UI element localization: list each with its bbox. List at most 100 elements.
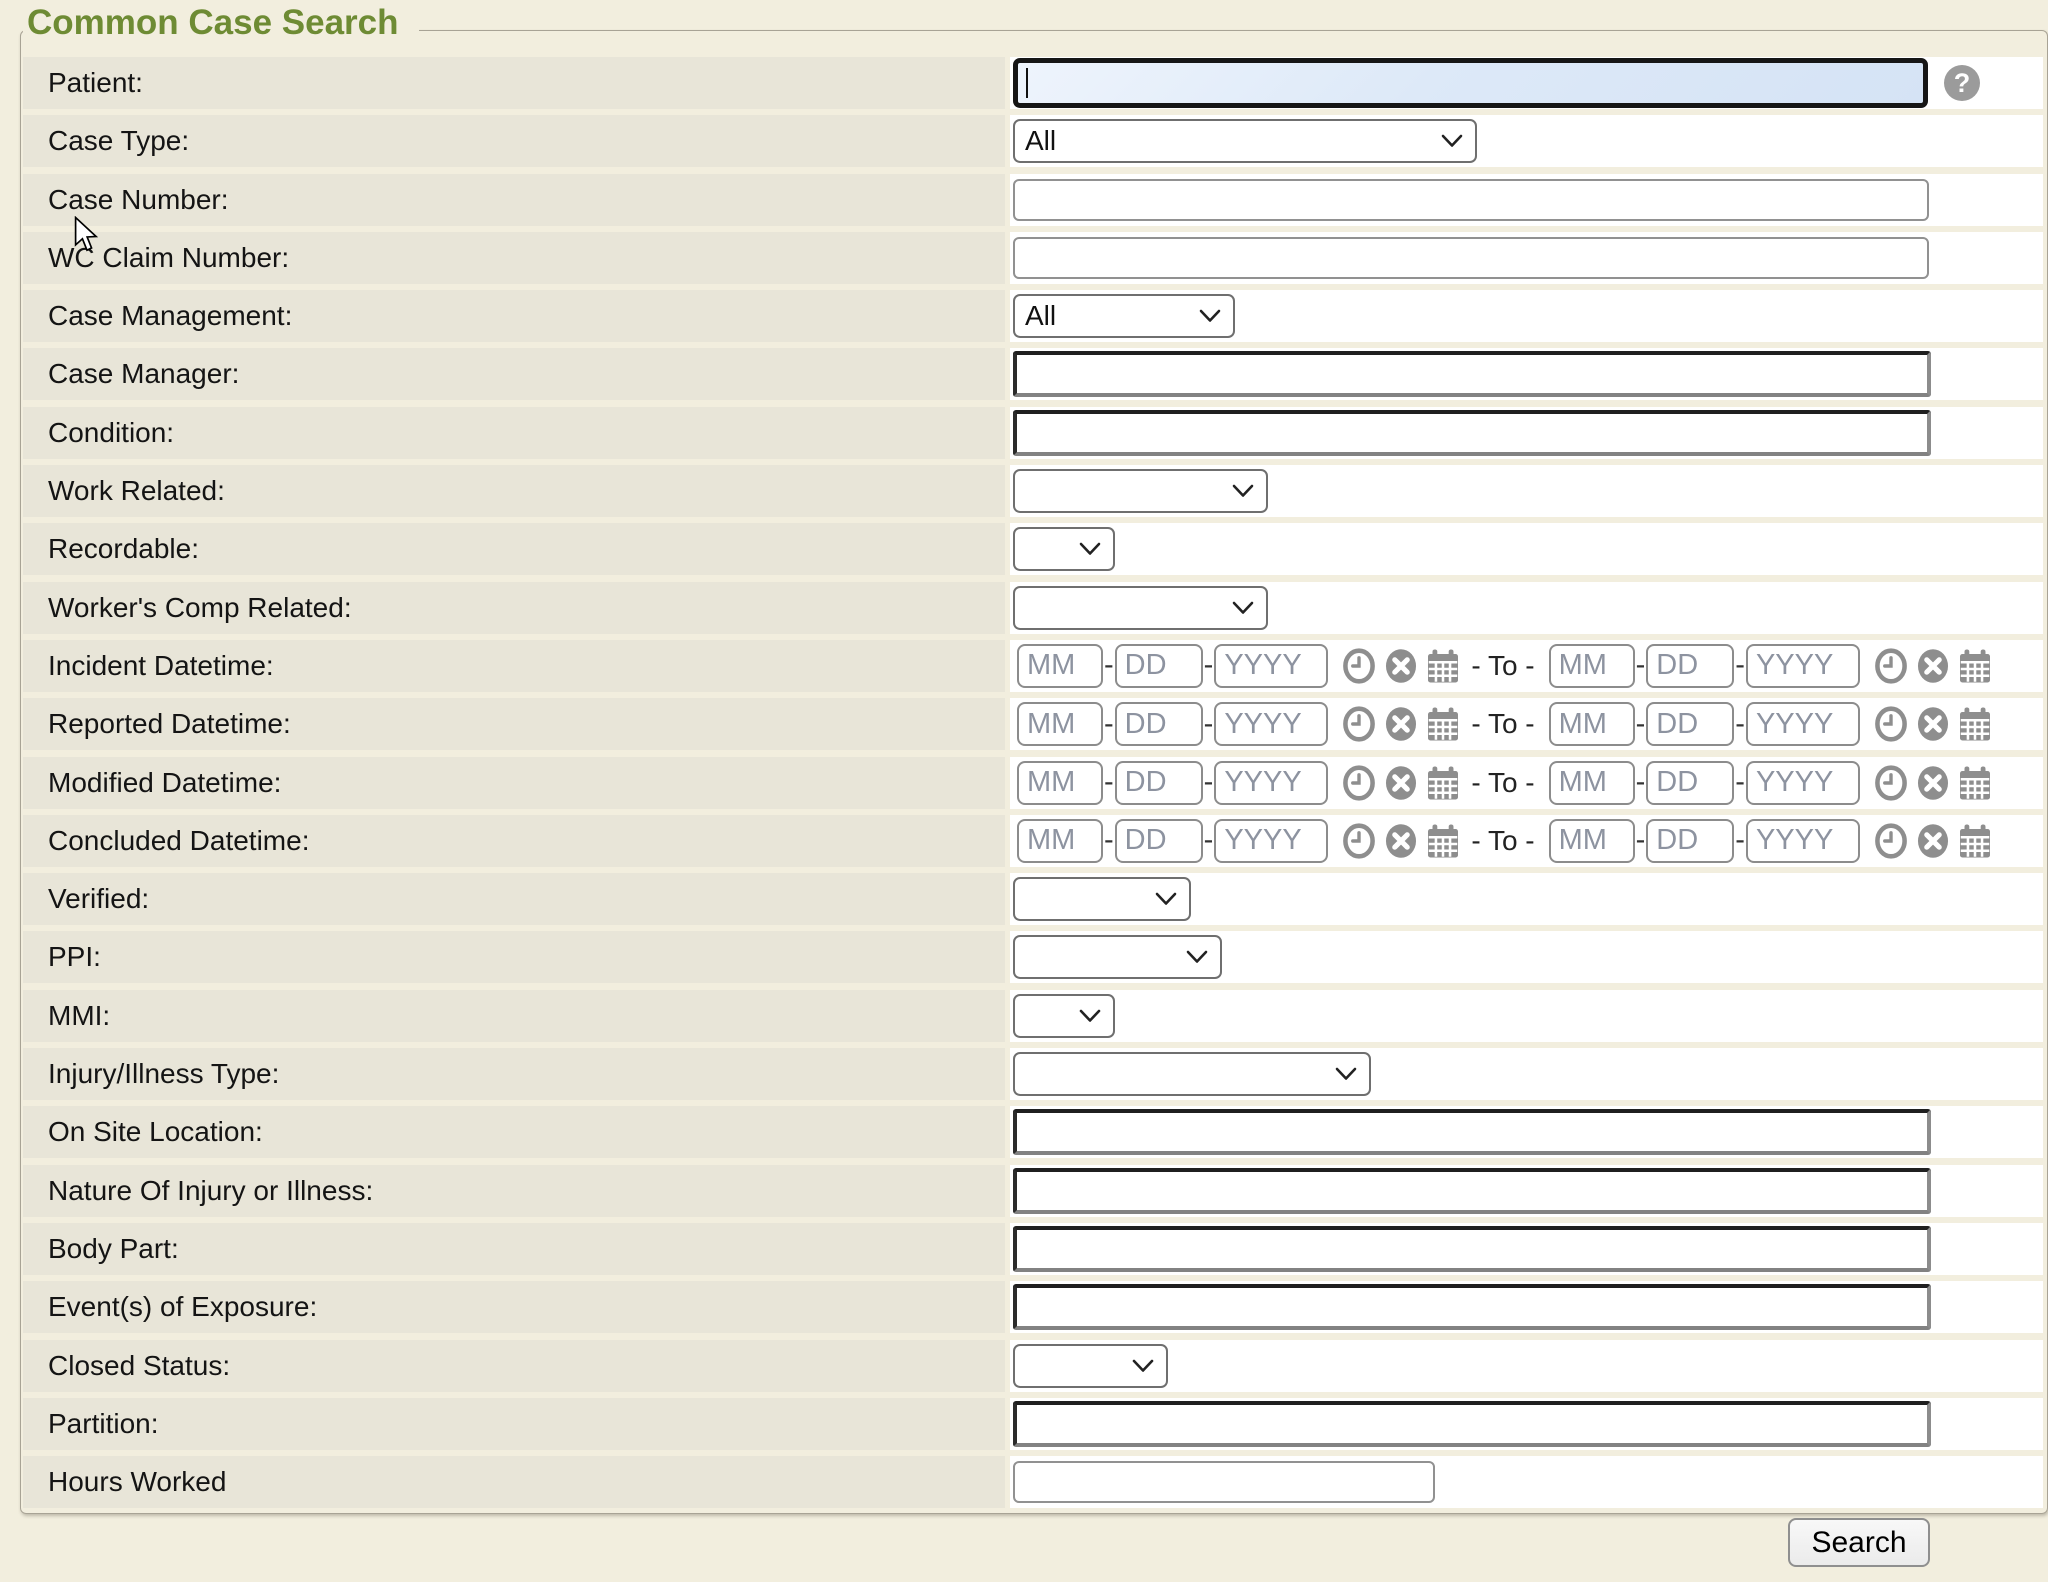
case-manager-input[interactable] xyxy=(1013,351,1931,397)
reported-datetime-from-year-input[interactable] xyxy=(1214,702,1328,746)
clear-icon[interactable] xyxy=(1383,764,1419,802)
table-row: Closed Status: xyxy=(23,1340,2043,1392)
work-related-select[interactable] xyxy=(1013,469,1268,513)
calendar-icon[interactable] xyxy=(1425,764,1461,802)
concluded-datetime-from-day-input[interactable] xyxy=(1115,819,1203,863)
case-number-input[interactable] xyxy=(1013,179,1929,221)
partition-label: Partition: xyxy=(23,1398,1005,1450)
calendar-icon[interactable] xyxy=(1957,764,1993,802)
incident-datetime-from-day-input[interactable] xyxy=(1115,644,1203,688)
help-icon[interactable]: ? xyxy=(1944,65,1980,101)
reported-datetime-to-day-input[interactable] xyxy=(1646,702,1734,746)
incident-datetime-to-date-group: -- xyxy=(1545,644,1993,688)
injury-illness-type-selected-value xyxy=(1025,1058,1033,1090)
incident-datetime-from-year-input[interactable] xyxy=(1214,644,1328,688)
mmi-select[interactable] xyxy=(1013,994,1115,1038)
clear-icon[interactable] xyxy=(1915,822,1951,860)
clear-icon[interactable] xyxy=(1383,705,1419,743)
chevron-down-icon xyxy=(1199,309,1221,323)
closed-status-label: Closed Status: xyxy=(23,1340,1005,1392)
concluded-datetime-to-year-input[interactable] xyxy=(1746,819,1860,863)
clock-icon[interactable] xyxy=(1341,705,1377,743)
incident-datetime-from-month-input[interactable] xyxy=(1017,644,1103,688)
injury-illness-type-select[interactable] xyxy=(1013,1052,1371,1096)
on-site-location-input[interactable] xyxy=(1013,1109,1931,1155)
range-to-label: - To - xyxy=(1471,767,1534,799)
calendar-icon[interactable] xyxy=(1957,822,1993,860)
body-part-input[interactable] xyxy=(1013,1226,1931,1272)
ppi-field-cell xyxy=(1010,931,2043,983)
date-separator: - xyxy=(1104,649,1114,682)
calendar-icon[interactable] xyxy=(1425,647,1461,685)
chevron-down-icon xyxy=(1232,484,1254,498)
hours-worked-input[interactable] xyxy=(1013,1461,1435,1503)
field-label-text: PPI: xyxy=(48,941,101,973)
calendar-icon[interactable] xyxy=(1425,822,1461,860)
modified-datetime-from-year-input[interactable] xyxy=(1214,761,1328,805)
closed-status-selected-value xyxy=(1025,1350,1033,1382)
clear-icon[interactable] xyxy=(1383,822,1419,860)
clear-icon[interactable] xyxy=(1915,764,1951,802)
calendar-icon[interactable] xyxy=(1957,705,1993,743)
concluded-datetime-to-month-input[interactable] xyxy=(1549,819,1635,863)
clock-icon[interactable] xyxy=(1873,647,1909,685)
reported-datetime-from-month-input[interactable] xyxy=(1017,702,1103,746)
reported-datetime-from-day-input[interactable] xyxy=(1115,702,1203,746)
calendar-icon[interactable] xyxy=(1425,705,1461,743)
clear-icon[interactable] xyxy=(1915,705,1951,743)
modified-datetime-to-year-input[interactable] xyxy=(1746,761,1860,805)
body-part-field-cell xyxy=(1010,1223,2043,1275)
field-label-text: Verified: xyxy=(48,883,149,915)
incident-datetime-to-month-input[interactable] xyxy=(1549,644,1635,688)
reported-datetime-from-date-group: -- xyxy=(1013,702,1461,746)
modified-datetime-to-day-input[interactable] xyxy=(1646,761,1734,805)
verified-select[interactable] xyxy=(1013,877,1191,921)
date-separator: - xyxy=(1204,824,1214,857)
clock-icon[interactable] xyxy=(1341,822,1377,860)
closed-status-select[interactable] xyxy=(1013,1344,1168,1388)
workers-comp-related-select[interactable] xyxy=(1013,586,1268,630)
concluded-datetime-from-year-input[interactable] xyxy=(1214,819,1328,863)
reported-datetime-to-year-input[interactable] xyxy=(1746,702,1860,746)
recordable-field-cell xyxy=(1010,523,2043,575)
concluded-datetime-from-month-input[interactable] xyxy=(1017,819,1103,863)
modified-datetime-from-day-input[interactable] xyxy=(1115,761,1203,805)
concluded-datetime-to-date-group: -- xyxy=(1545,819,1993,863)
wc-claim-number-input[interactable] xyxy=(1013,237,1929,279)
search-button[interactable]: Search xyxy=(1788,1518,1930,1567)
table-row: Concluded Datetime:--- To --- xyxy=(23,815,2043,867)
recordable-select[interactable] xyxy=(1013,527,1115,571)
condition-input[interactable] xyxy=(1013,410,1931,456)
concluded-datetime-to-day-input[interactable] xyxy=(1646,819,1734,863)
clear-icon[interactable] xyxy=(1383,647,1419,685)
clear-icon[interactable] xyxy=(1915,647,1951,685)
case-management-select[interactable]: All xyxy=(1013,294,1235,338)
ppi-select[interactable] xyxy=(1013,935,1222,979)
reported-datetime-to-month-input[interactable] xyxy=(1549,702,1635,746)
clock-icon[interactable] xyxy=(1341,647,1377,685)
incident-datetime-to-year-input[interactable] xyxy=(1746,644,1860,688)
clock-icon[interactable] xyxy=(1873,822,1909,860)
field-label-text: Worker's Comp Related: xyxy=(48,592,352,624)
clock-icon[interactable] xyxy=(1873,764,1909,802)
table-row: Hours Worked xyxy=(23,1456,2043,1508)
clock-icon[interactable] xyxy=(1873,705,1909,743)
field-label-text: Work Related: xyxy=(48,475,225,507)
patient-input[interactable] xyxy=(1013,58,1928,108)
incident-datetime-to-day-input[interactable] xyxy=(1646,644,1734,688)
reported-datetime-to-date-group: -- xyxy=(1545,702,1993,746)
nature-of-injury-or-illness-input[interactable] xyxy=(1013,1168,1931,1214)
modified-datetime-to-month-input[interactable] xyxy=(1549,761,1635,805)
modified-datetime-from-month-input[interactable] xyxy=(1017,761,1103,805)
injury-illness-type-label: Injury/Illness Type: xyxy=(23,1048,1005,1100)
calendar-icon[interactable] xyxy=(1957,647,1993,685)
field-label-text: Case Number: xyxy=(48,184,229,216)
search-button-label: Search xyxy=(1811,1526,1906,1560)
table-row: Work Related: xyxy=(23,465,2043,517)
clock-icon[interactable] xyxy=(1341,764,1377,802)
injury-illness-type-field-cell xyxy=(1010,1048,2043,1100)
case-type-select[interactable]: All xyxy=(1013,119,1477,163)
partition-input[interactable] xyxy=(1013,1401,1931,1447)
incident-datetime-from-date-icons xyxy=(1341,647,1461,685)
events-of-exposure-input[interactable] xyxy=(1013,1284,1931,1330)
